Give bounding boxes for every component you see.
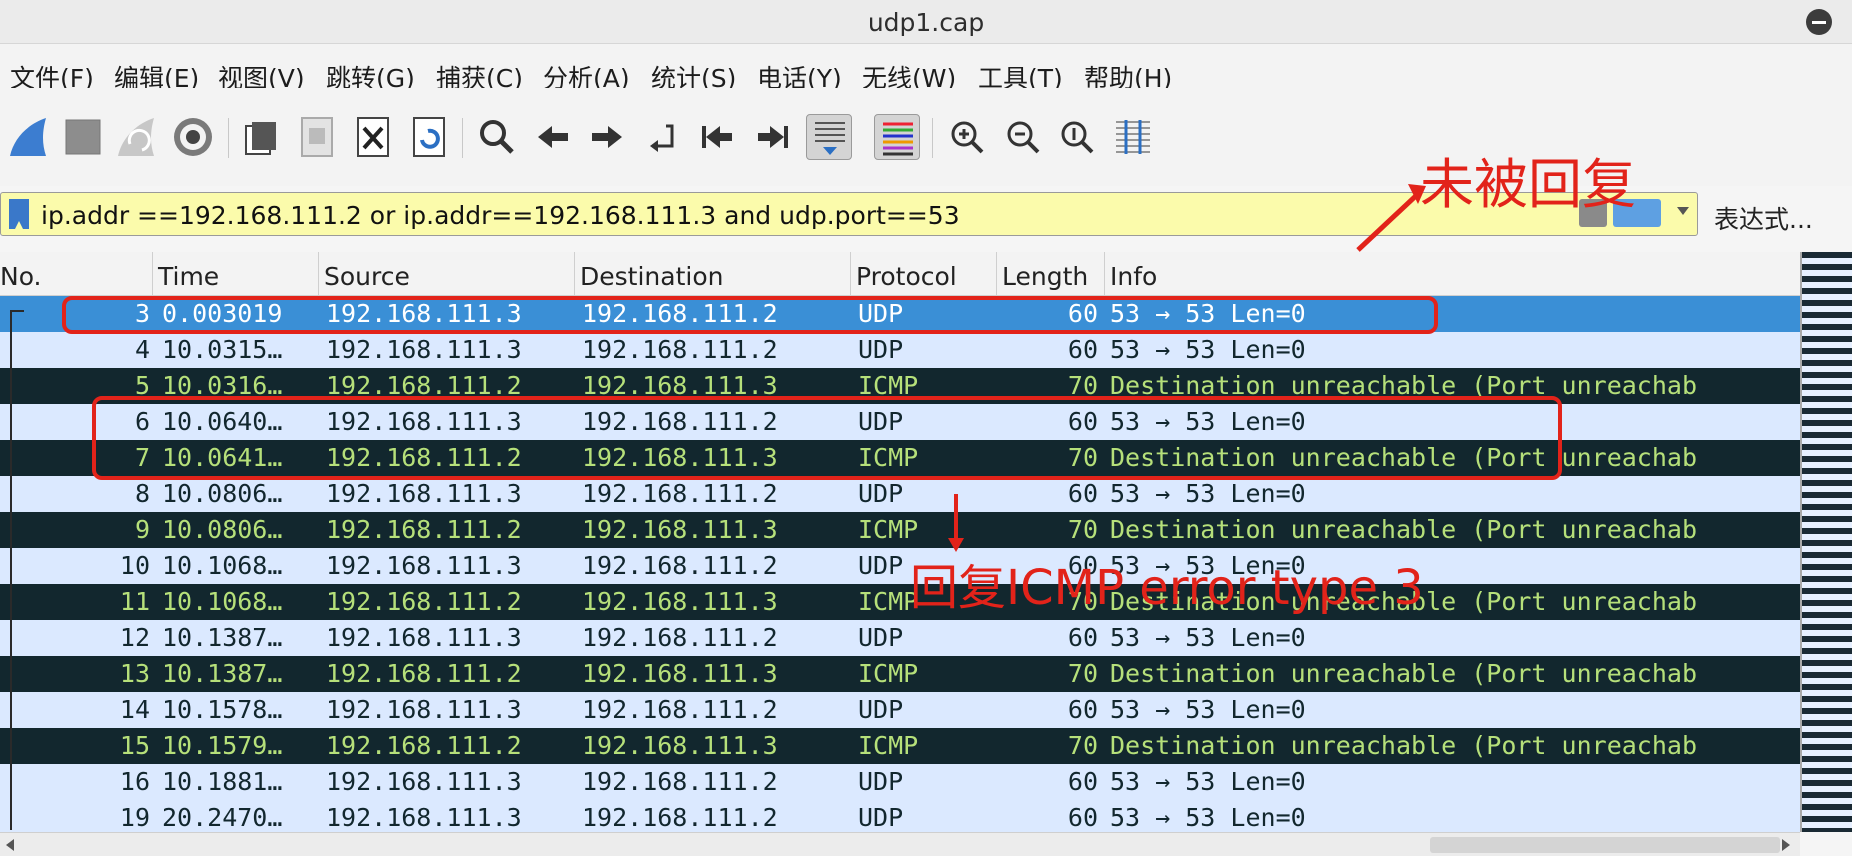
column-divider[interactable] <box>152 252 153 296</box>
packet-info: 53 → 53 Len=0 <box>1110 623 1306 652</box>
column-header-source[interactable]: Source <box>324 262 410 291</box>
conversation-tree-start <box>10 310 24 312</box>
conversation-tree-line <box>10 310 12 830</box>
packet-len: 60 <box>1067 335 1098 364</box>
packet-len: 60 <box>1067 623 1098 652</box>
toolbar-separator <box>228 118 229 158</box>
horizontal-scrollbar[interactable] <box>0 832 1800 856</box>
horizontal-scroll-thumb[interactable] <box>1430 837 1780 853</box>
column-header-length[interactable]: Length <box>1002 262 1088 291</box>
expression-button[interactable]: 表达式... <box>1714 200 1813 236</box>
first-packet-icon[interactable] <box>694 114 740 160</box>
annotation-reply-icmp: 回复ICMP error type 3 <box>910 560 1424 616</box>
packet-info: 53 → 53 Len=0 <box>1110 695 1306 724</box>
packet-row[interactable]: 16 10.1881… 192.168.111.3 192.168.111.2 UDP 6… <box>0 764 1800 800</box>
packet-info: Destination unreachable (Port unreachab <box>1110 515 1697 544</box>
title-bar: udp1.cap <box>0 0 1852 44</box>
packet-row[interactable]: 19 20.2470… 192.168.111.3 192.168.111.2 UDP 6… <box>0 800 1800 832</box>
scroll-left-icon[interactable] <box>6 839 14 851</box>
display-filter-input[interactable] <box>41 199 1321 231</box>
packet-info: 53 → 53 Len=0 <box>1110 767 1306 796</box>
packet-list-header: No. Time Source Destination Protocol Len… <box>0 252 1800 296</box>
resize-columns-icon[interactable] <box>1110 114 1156 160</box>
back-arrow-icon[interactable] <box>530 114 576 160</box>
packet-info: 53 → 53 Len=0 <box>1110 803 1306 832</box>
colorize-icon[interactable] <box>874 114 920 160</box>
go-to-packet-icon[interactable] <box>640 114 686 160</box>
save-file-icon[interactable] <box>294 114 340 160</box>
filter-history-dropdown-icon[interactable] <box>1677 207 1689 215</box>
packet-len: 60 <box>1067 803 1098 832</box>
packet-row[interactable]: 15 10.1579… 192.168.111.2 192.168.111.3 ICMP… <box>0 728 1800 764</box>
packet-len: 70 <box>1067 515 1098 544</box>
packet-list[interactable]: 3 0.003019 192.168.111.3 192.168.111.2 UDP 60… <box>0 296 1800 832</box>
shark-fin-start-icon[interactable] <box>6 114 52 160</box>
close-window-icon[interactable] <box>1806 9 1832 35</box>
column-divider[interactable] <box>318 252 319 296</box>
column-header-info[interactable]: Info <box>1110 262 1157 291</box>
column-header-time[interactable]: Time <box>158 262 219 291</box>
close-file-icon[interactable] <box>350 114 396 160</box>
column-divider[interactable] <box>996 252 997 296</box>
packet-len: 70 <box>1067 659 1098 688</box>
open-folder-icon[interactable] <box>238 114 284 160</box>
toolbar-separator <box>932 118 933 158</box>
packet-info: Destination unreachable (Port unreachab <box>1110 731 1697 760</box>
packet-len: 60 <box>1067 767 1098 796</box>
last-packet-icon[interactable] <box>750 114 796 160</box>
column-header-destination[interactable]: Destination <box>580 262 723 291</box>
packet-len: 60 <box>1067 479 1098 508</box>
annotation-box-packets-6-7 <box>92 396 1562 480</box>
column-divider[interactable] <box>574 252 575 296</box>
packet-len: 60 <box>1067 695 1098 724</box>
autoscroll-icon[interactable] <box>806 114 852 160</box>
column-divider[interactable] <box>850 252 851 296</box>
packet-len: 70 <box>1067 731 1098 760</box>
menu-bar: 文件(F) 编辑(E) 视图(V) 跳转(G) 捕获(C) 分析(A) 统计(S… <box>0 44 1852 93</box>
toolbar-separator <box>462 118 463 158</box>
filter-bookmark-icon[interactable] <box>9 199 29 229</box>
annotation-not-replied: 未被回复 <box>1420 153 1636 216</box>
stop-square-icon[interactable] <box>60 114 106 160</box>
zoom-out-icon[interactable] <box>1000 114 1046 160</box>
reload-file-icon[interactable] <box>406 114 452 160</box>
zoom-in-icon[interactable] <box>944 114 990 160</box>
packet-row[interactable]: 12 10.1387… 192.168.111.3 192.168.111.2 UDP 6… <box>0 620 1800 656</box>
capture-options-gear-icon[interactable] <box>170 114 216 160</box>
packet-row[interactable]: 10 10.1068… 192.168.111.3 192.168.111.2 UDP 6… <box>0 548 1800 584</box>
packet-row[interactable]: 11 10.1068… 192.168.111.2 192.168.111.3 ICMP… <box>0 584 1800 620</box>
packet-row[interactable]: 8 10.0806… 192.168.111.3 192.168.111.2 UDP 60… <box>0 476 1800 512</box>
column-divider[interactable] <box>1104 252 1105 296</box>
column-header-protocol[interactable]: Protocol <box>856 262 957 291</box>
packet-row[interactable]: 13 10.1387… 192.168.111.2 192.168.111.3 ICMP… <box>0 656 1800 692</box>
find-search-icon[interactable] <box>474 114 520 160</box>
annotation-box-packet-3 <box>62 296 1438 334</box>
packet-row[interactable]: 14 10.1578… 192.168.111.3 192.168.111.2 UDP 6… <box>0 692 1800 728</box>
scroll-right-icon[interactable] <box>1782 839 1790 851</box>
packet-minimap-scrollbar[interactable] <box>1800 252 1852 832</box>
window-title: udp1.cap <box>867 8 985 37</box>
packet-row[interactable]: 4 10.0315… 192.168.111.3 192.168.111.2 UDP 60… <box>0 332 1800 368</box>
column-header-no[interactable]: No. <box>0 262 42 291</box>
packet-info: 53 → 53 Len=0 <box>1110 335 1306 364</box>
packet-info: 53 → 53 Len=0 <box>1110 479 1306 508</box>
packet-info: Destination unreachable (Port unreachab <box>1110 659 1697 688</box>
forward-arrow-icon[interactable] <box>584 114 630 160</box>
restart-fin-icon[interactable] <box>114 114 160 160</box>
packet-row[interactable]: 9 10.0806… 192.168.111.2 192.168.111.3 ICMP 7… <box>0 512 1800 548</box>
zoom-normal-icon[interactable] <box>1054 114 1100 160</box>
